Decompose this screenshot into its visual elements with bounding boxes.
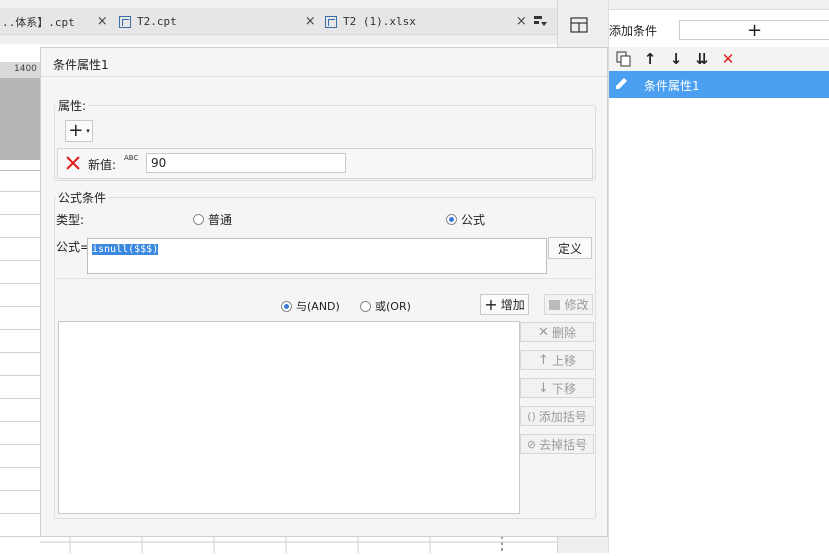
radio-selected-icon (446, 214, 457, 225)
type-formula-label: 公式 (461, 213, 486, 227)
delete-icon[interactable]: ✕ (719, 50, 737, 68)
sheet-grid[interactable] (0, 170, 40, 553)
formula-divider (56, 278, 593, 279)
arrow-down-icon: ↓ (538, 380, 549, 396)
bracket-icon: () (527, 409, 536, 423)
plus-icon: + (68, 120, 84, 141)
condition-list[interactable] (58, 321, 520, 514)
new-value-input[interactable]: 90 (146, 153, 346, 173)
tab-2-label: T2.cpt (137, 15, 177, 28)
add-attribute-button[interactable]: + ▾ (65, 120, 93, 142)
remove-bracket-label: 去掉括号 (539, 437, 588, 452)
add-bracket-button[interactable]: () 添加括号 (520, 406, 594, 426)
move-up-label: 上移 (551, 353, 576, 368)
tab-3-label: T2 (1).xlsx (343, 15, 416, 28)
abc-type-glyph: ABC (124, 154, 139, 162)
tab-2-close-icon[interactable]: × (305, 14, 316, 29)
type-formula-radio[interactable]: 公式 (446, 211, 485, 228)
arrow-up-icon: ↑ (538, 352, 549, 368)
remove-bracket-button[interactable]: ⊘ 去掉括号 (520, 434, 594, 454)
modify-icon (549, 300, 561, 310)
delete-label: 删除 (551, 325, 576, 340)
tab-2[interactable]: T2.cpt × (119, 8, 316, 35)
dialog-title: 条件属性1 (53, 58, 109, 72)
or-radio[interactable]: 或(OR) (360, 298, 411, 314)
radio-circle-icon (193, 214, 204, 225)
delete-button[interactable]: ✕ 删除 (520, 322, 594, 342)
add-condition-label: 添加条件 (609, 24, 658, 38)
remove-bracket-icon: ⊘ (526, 437, 537, 451)
tab-3[interactable]: T2 (1).xlsx × (325, 8, 527, 35)
tab-1[interactable]: ..体系】.cpt × (2, 8, 108, 35)
chevron-down-icon: ▾ (86, 127, 90, 135)
tab-row: ..体系】.cpt × T2.cpt × T2 (1).xlsx × (0, 8, 557, 35)
type-normal-radio[interactable]: 普通 (193, 211, 232, 228)
modify-label: 修改 (564, 298, 589, 312)
plus-icon: + (484, 294, 498, 314)
condition-attribute-dialog: 条件属性1 属性: + ▾ 新值: ABC 90 公式条件 类型: 普通 公式 … (40, 47, 608, 537)
radio-circle-icon (360, 300, 371, 312)
panel-toolbar: ↑ ↓ ⇊ ✕ (609, 47, 829, 71)
formula-text: isnull($$$) (92, 244, 159, 255)
formula-input[interactable]: isnull($$$) (87, 238, 547, 274)
sheet-shaded-area (0, 78, 40, 160)
abc-type-icon[interactable]: ABC (124, 154, 138, 162)
new-value-label: 新值: (88, 158, 117, 172)
condition-item-label: 条件属性1 (644, 79, 700, 93)
add-condition-label: 增加 (500, 298, 525, 312)
move-down-label: 下移 (551, 381, 576, 396)
add-condition-button[interactable]: + (679, 19, 829, 41)
type-normal-label: 普通 (208, 213, 233, 227)
and-radio[interactable]: 与(AND) (281, 298, 340, 314)
radio-selected-icon (281, 300, 292, 312)
copy-icon[interactable] (615, 50, 633, 68)
define-button[interactable]: 定义 (548, 237, 592, 259)
edit-pencil-icon (616, 78, 627, 89)
formula-group-label: 公式条件 (56, 189, 109, 206)
tab-bar: ..体系】.cpt × T2.cpt × T2 (1).xlsx × (0, 0, 557, 44)
ruler: 1400 (0, 62, 40, 78)
move-up-button[interactable]: ↑ 上移 (520, 350, 594, 370)
layout-panel-icon[interactable] (570, 16, 588, 34)
plus-icon: + (746, 19, 763, 41)
or-label: 或(OR) (375, 300, 411, 313)
arrow-up-icon[interactable]: ↑ (641, 50, 659, 68)
tab-1-close-icon[interactable]: × (97, 14, 108, 29)
tab-1-label: ..体系】.cpt (2, 15, 75, 29)
add-condition-button[interactable]: + 增加 (480, 294, 529, 315)
condition-list-item-selected[interactable]: 条件属性1 (609, 71, 829, 98)
add-bracket-label: 添加括号 (538, 409, 587, 424)
excel-file-icon (325, 15, 337, 28)
and-label: 与(AND) (296, 300, 340, 313)
tab-list-dropdown-icon[interactable] (533, 14, 547, 28)
dialog-divider (41, 76, 607, 77)
delete-icon: ✕ (538, 324, 549, 340)
attribute-group-label: 属性: (56, 97, 89, 114)
panel-header-strip (609, 0, 829, 10)
tab-3-close-icon[interactable]: × (516, 14, 527, 29)
move-down-button[interactable]: ↓ 下移 (520, 378, 594, 398)
formula-label: 公式= (56, 240, 91, 254)
condition-attribute-panel: 添加条件 + ↑ ↓ ⇊ ✕ 条件属性1 (608, 0, 829, 553)
remove-attribute-icon[interactable] (65, 155, 81, 171)
arrow-down-icon[interactable]: ↓ (667, 50, 685, 68)
ruler-value: 1400 (14, 64, 37, 74)
move-to-bottom-icon[interactable]: ⇊ (693, 50, 711, 68)
modify-button[interactable]: 修改 (544, 294, 593, 315)
type-label: 类型: (56, 213, 85, 227)
report-file-icon (119, 15, 131, 28)
